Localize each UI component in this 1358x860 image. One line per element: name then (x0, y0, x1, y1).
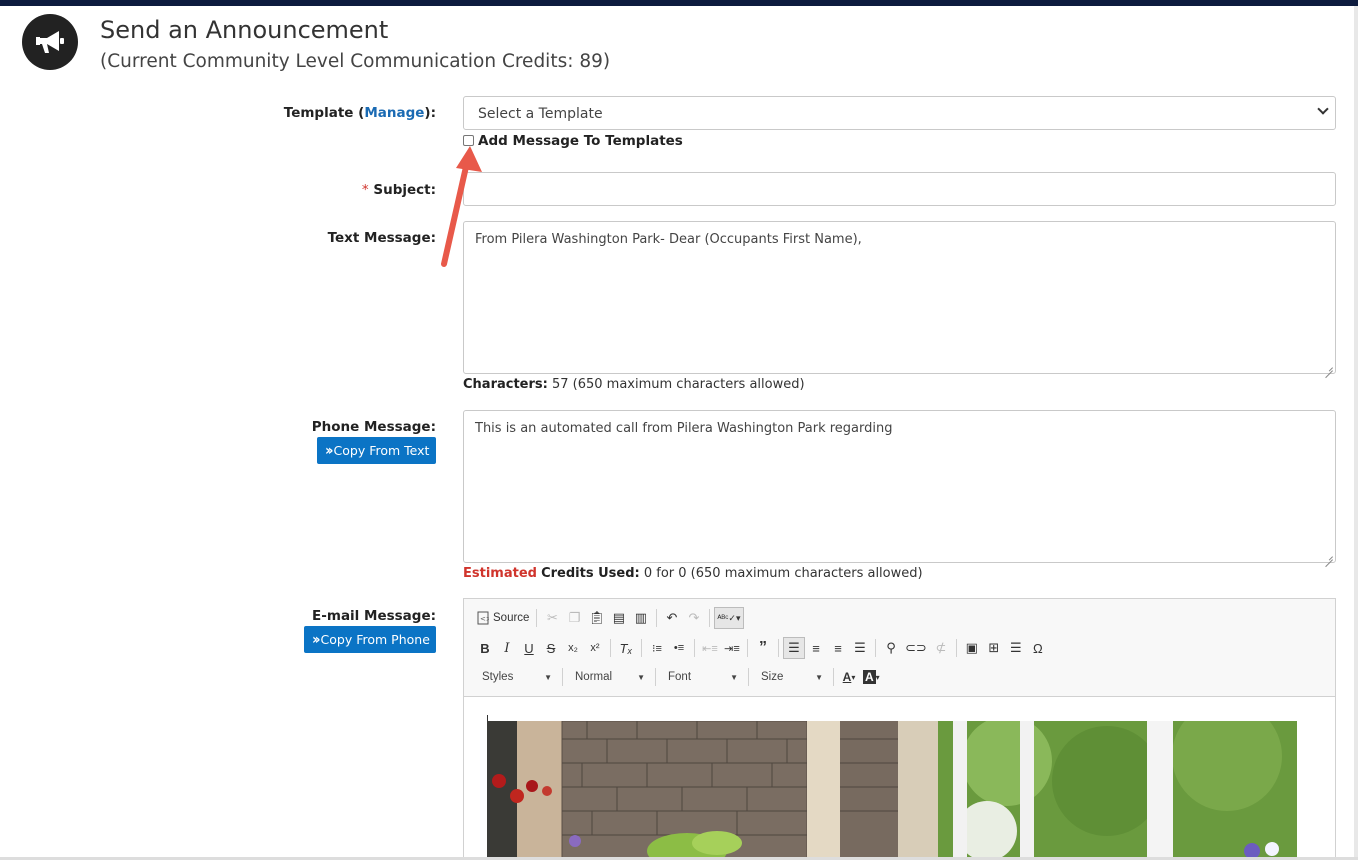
template-label: Template (Manage): (283, 105, 436, 121)
justify-icon[interactable]: ☰ (849, 637, 871, 659)
toolbar-separator (833, 668, 834, 686)
image-icon[interactable]: ▣ (961, 637, 983, 659)
editor-toolbar-row-3: Styles ▼ Normal ▼ Font ▼ Size ▼ A ▾ A ▾ (474, 664, 883, 690)
attachment-icon[interactable]: ⚲ (880, 637, 902, 659)
copy-from-phone-button[interactable]: ›› Copy From Phone (304, 626, 436, 653)
underline-icon[interactable]: U (518, 637, 540, 659)
porch-flowers-photo (487, 721, 1297, 860)
page-title: Send an Announcement (100, 16, 389, 44)
double-chevron-right-icon: ›› (312, 631, 320, 648)
manage-templates-link[interactable]: Manage (364, 105, 424, 121)
paste-icon[interactable]: 📋︎ (585, 607, 608, 629)
chevron-down-icon: ▼ (815, 672, 823, 682)
text-message-textarea[interactable]: From Pilera Washington Park- Dear (Occup… (463, 221, 1336, 374)
text-message-label: Text Message: (327, 230, 436, 246)
strikethrough-icon[interactable]: S (540, 637, 562, 659)
subject-input[interactable] (463, 172, 1336, 206)
toolbar-separator (536, 609, 538, 627)
bold-icon[interactable]: B (474, 637, 496, 659)
chevron-down-icon (1317, 103, 1329, 115)
toolbar-separator (641, 639, 642, 657)
remove-format-icon[interactable]: Tₓ (615, 637, 637, 659)
chevron-down-icon: ▼ (730, 672, 738, 682)
font-dropdown[interactable]: Font ▼ (660, 667, 744, 687)
paste-text-icon[interactable]: ▤ (608, 607, 630, 629)
undo-icon[interactable]: ↶ (661, 607, 683, 629)
top-navbar-strip (0, 0, 1358, 6)
double-chevron-right-icon: ›› (325, 442, 333, 459)
toolbar-separator (610, 639, 611, 657)
template-select-value: Select a Template (478, 106, 603, 122)
megaphone-icon (22, 14, 78, 70)
resize-handle-icon[interactable] (1325, 552, 1333, 560)
redo-icon[interactable]: ↷ (683, 607, 705, 629)
align-center-icon[interactable]: ≡ (805, 637, 827, 659)
size-dropdown[interactable]: Size ▼ (753, 667, 829, 687)
email-message-label: E-mail Message: (312, 608, 436, 624)
spellcheck-icon[interactable]: ᴬᴮᶜ✓▾ (713, 607, 744, 629)
toolbar-separator (747, 639, 748, 657)
toolbar-separator (955, 639, 957, 657)
character-counter: Characters: 57 (650 maximum characters a… (463, 377, 805, 392)
chevron-down-icon: ▼ (637, 672, 645, 682)
numbered-list-icon[interactable]: ⁝≡ (646, 637, 668, 659)
indent-icon[interactable]: ⇥≡ (721, 637, 743, 659)
subscript-icon[interactable]: x₂ (562, 637, 584, 659)
editor-toolbar-row-2: B I U S x₂ x² Tₓ ⁝≡ •≡ ⇤≡ ⇥≡ ” ☰ ≡ ≡ ☰ ⚲… (474, 635, 1049, 661)
rich-text-editor[interactable]: <> Source ✂ ❐ 📋︎ ▤ ▥ ↶ ↷ ᴬᴮᶜ✓▾ B I U S x… (463, 598, 1336, 860)
required-asterisk: * (361, 182, 369, 198)
subject-label: * Subject: (361, 182, 436, 198)
editor-toolbar-row-1: <> Source ✂ ❐ 📋︎ ▤ ▥ ↶ ↷ ᴬᴮᶜ✓▾ (474, 605, 744, 631)
text-message-value: From Pilera Washington Park- Dear (Occup… (475, 232, 862, 247)
toolbar-separator (748, 668, 749, 686)
toolbar-separator (708, 609, 710, 627)
editor-content-area[interactable] (464, 696, 1335, 860)
align-right-icon[interactable]: ≡ (827, 637, 849, 659)
phone-message-value: This is an automated call from Pilera Wa… (475, 421, 893, 436)
credits-used-counter: Estimated Credits Used: 0 for 0 (650 max… (463, 566, 923, 581)
copy-icon[interactable]: ❐ (563, 607, 585, 629)
format-dropdown[interactable]: Normal ▼ (567, 667, 651, 687)
unlink-icon[interactable]: ⊄ (930, 637, 952, 659)
phone-message-textarea[interactable]: This is an automated call from Pilera Wa… (463, 410, 1336, 563)
svg-text:<>: <> (480, 615, 489, 623)
chevron-down-icon: ▼ (544, 672, 552, 682)
toolbar-separator (694, 639, 695, 657)
special-character-icon[interactable]: Ω (1027, 637, 1049, 659)
table-icon[interactable]: ⊞ (983, 637, 1005, 659)
outdent-icon[interactable]: ⇤≡ (699, 637, 721, 659)
italic-icon[interactable]: I (496, 637, 518, 659)
align-left-icon[interactable]: ☰ (783, 637, 805, 659)
cut-icon[interactable]: ✂ (541, 607, 563, 629)
superscript-icon[interactable]: x² (584, 637, 606, 659)
styles-dropdown[interactable]: Styles ▼ (474, 667, 558, 687)
horizontal-rule-icon[interactable]: ☰ (1005, 637, 1027, 659)
annotation-arrow-icon (441, 146, 482, 267)
source-button[interactable]: <> Source (474, 607, 532, 629)
scrollbar-track[interactable] (1354, 6, 1358, 860)
background-color-icon[interactable]: A ▾ (860, 666, 883, 688)
phone-message-label: Phone Message: (311, 419, 436, 435)
copy-from-text-button[interactable]: ›› Copy From Text (317, 437, 436, 464)
link-icon[interactable]: ⊂⊃ (902, 637, 930, 659)
credits-subtitle: (Current Community Level Communication C… (100, 51, 611, 72)
blockquote-icon[interactable]: ” (752, 637, 774, 659)
toolbar-separator (655, 668, 656, 686)
toolbar-separator (778, 639, 779, 657)
text-color-icon[interactable]: A ▾ (838, 666, 860, 688)
add-to-templates-label[interactable]: Add Message To Templates (478, 133, 683, 149)
resize-handle-icon[interactable] (1325, 363, 1333, 371)
paste-word-icon[interactable]: ▥ (630, 607, 652, 629)
source-icon: <> (477, 611, 489, 625)
bulleted-list-icon[interactable]: •≡ (668, 637, 690, 659)
toolbar-separator (875, 639, 876, 657)
toolbar-separator (655, 609, 657, 627)
template-select[interactable]: Select a Template (463, 96, 1336, 130)
toolbar-separator (562, 668, 563, 686)
